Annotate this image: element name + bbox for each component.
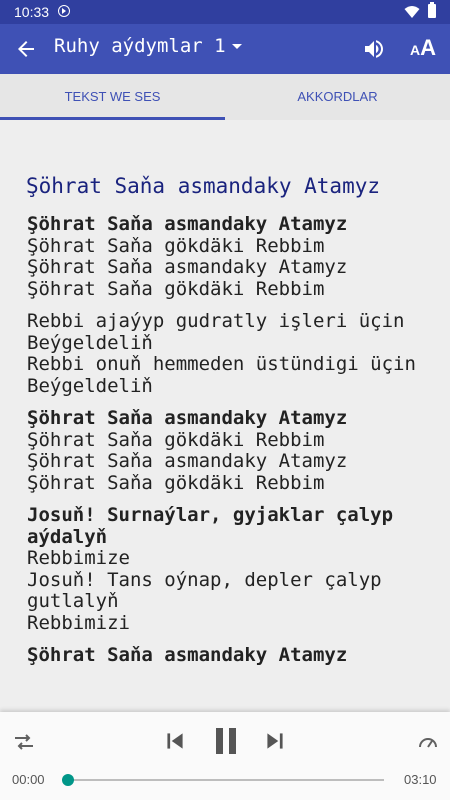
toolbar-title: Ruhy aýdymlar 1 bbox=[54, 35, 226, 57]
current-time: 00:00 bbox=[12, 772, 45, 787]
lyrics-stanza: Şöhrat Saňa asmandaky Atamyz Şöhrat Saňa … bbox=[27, 407, 437, 494]
seek-bar-thumb[interactable] bbox=[62, 774, 74, 786]
lyrics-line: Rebbi ajaýyp gudratly işleri üçin bbox=[27, 310, 405, 332]
lyrics-line: Şöhrat Saňa asmandaky Atamyz bbox=[27, 644, 348, 666]
status-time: 10:33 bbox=[14, 4, 50, 20]
seek-bar[interactable] bbox=[62, 774, 384, 786]
lyrics-line: Şöhrat Saňa asmandaky Atamyz bbox=[27, 256, 348, 278]
arrow-left-icon[interactable] bbox=[14, 37, 38, 61]
pause-icon[interactable] bbox=[213, 726, 239, 756]
lyrics-stanza: Şöhrat Saňa asmandaky Atamyz Şöhrat Saňa … bbox=[27, 213, 437, 300]
lyrics-line: Rebbimize bbox=[27, 547, 130, 569]
audio-player: 00:00 03:10 bbox=[0, 712, 450, 800]
total-time: 03:10 bbox=[404, 772, 437, 787]
caret-down-icon bbox=[231, 44, 242, 49]
lyrics-line: Şöhrat Saňa asmandaky Atamyz bbox=[27, 450, 348, 472]
lyrics-line: Josuň! Tans oýnap, depler çalyp gutlalyň bbox=[27, 568, 394, 612]
lyrics-line: Beýgeldeliň bbox=[27, 331, 153, 354]
status-bar: 10:33 bbox=[0, 0, 450, 24]
tab-chords[interactable]: AKKORDLAR bbox=[225, 74, 450, 120]
font-size-big-label: A bbox=[420, 35, 437, 60]
lyrics-stanza: Rebbi ajaýyp gudratly işleri üçin Beýgeld… bbox=[27, 310, 437, 397]
lyrics-line: Josuň! Surnaýlar, gyjaklar çalyp aýdalyň bbox=[27, 504, 405, 548]
lyrics-line: Şöhrat Saňa gökdäki Rebbim bbox=[27, 471, 325, 494]
lyrics-line: Şöhrat Saňa gökdäki Rebbim bbox=[27, 428, 325, 451]
lyrics-line: Şöhrat Saňa asmandaky Atamyz bbox=[27, 407, 348, 429]
lyrics-line: Rebbi onuň hemmeden üstündigi üçin bbox=[27, 353, 416, 375]
tab-bar: TEKST WE SES AKKORDLAR bbox=[0, 74, 450, 120]
skip-next-icon[interactable] bbox=[262, 728, 288, 754]
lyrics-body: Şöhrat Saňa asmandaky Atamyz Şöhrat Saňa … bbox=[27, 213, 437, 678]
lyrics-line: Şöhrat Saňa gökdäki Rebbim bbox=[27, 277, 325, 300]
lyrics-line: Rebbimizi bbox=[27, 611, 130, 634]
lyrics-scroll-area[interactable]: Şöhrat Saňa asmandaky Atamyz Şöhrat Saňa… bbox=[0, 120, 450, 712]
skip-previous-icon[interactable] bbox=[162, 728, 188, 754]
volume-icon[interactable] bbox=[362, 37, 386, 61]
wifi-icon bbox=[404, 6, 420, 18]
app-toolbar: Ruhy aýdymlar 1 AA bbox=[0, 24, 450, 74]
font-size-icon[interactable]: AA bbox=[410, 35, 436, 61]
font-size-small-label: A bbox=[410, 42, 421, 58]
lyrics-line: Şöhrat Saňa asmandaky Atamyz bbox=[27, 213, 348, 235]
shuffle-icon[interactable] bbox=[12, 730, 36, 754]
song-title: Şöhrat Saňa asmandaky Atamyz bbox=[26, 174, 381, 198]
battery-icon bbox=[428, 2, 436, 18]
lyrics-line: Şöhrat Saňa gökdäki Rebbim bbox=[27, 234, 325, 257]
play-circle-icon bbox=[58, 5, 70, 17]
tab-text-and-audio[interactable]: TEKST WE SES bbox=[0, 74, 225, 120]
lyrics-stanza: Şöhrat Saňa asmandaky Atamyz bbox=[27, 644, 437, 667]
playlist-dropdown[interactable]: Ruhy aýdymlar 1 bbox=[54, 35, 242, 57]
speed-icon[interactable] bbox=[416, 730, 440, 754]
lyrics-line: Beýgeldeliň bbox=[27, 374, 153, 397]
lyrics-stanza: Josuň! Surnaýlar, gyjaklar çalyp aýdalyň… bbox=[27, 504, 437, 634]
